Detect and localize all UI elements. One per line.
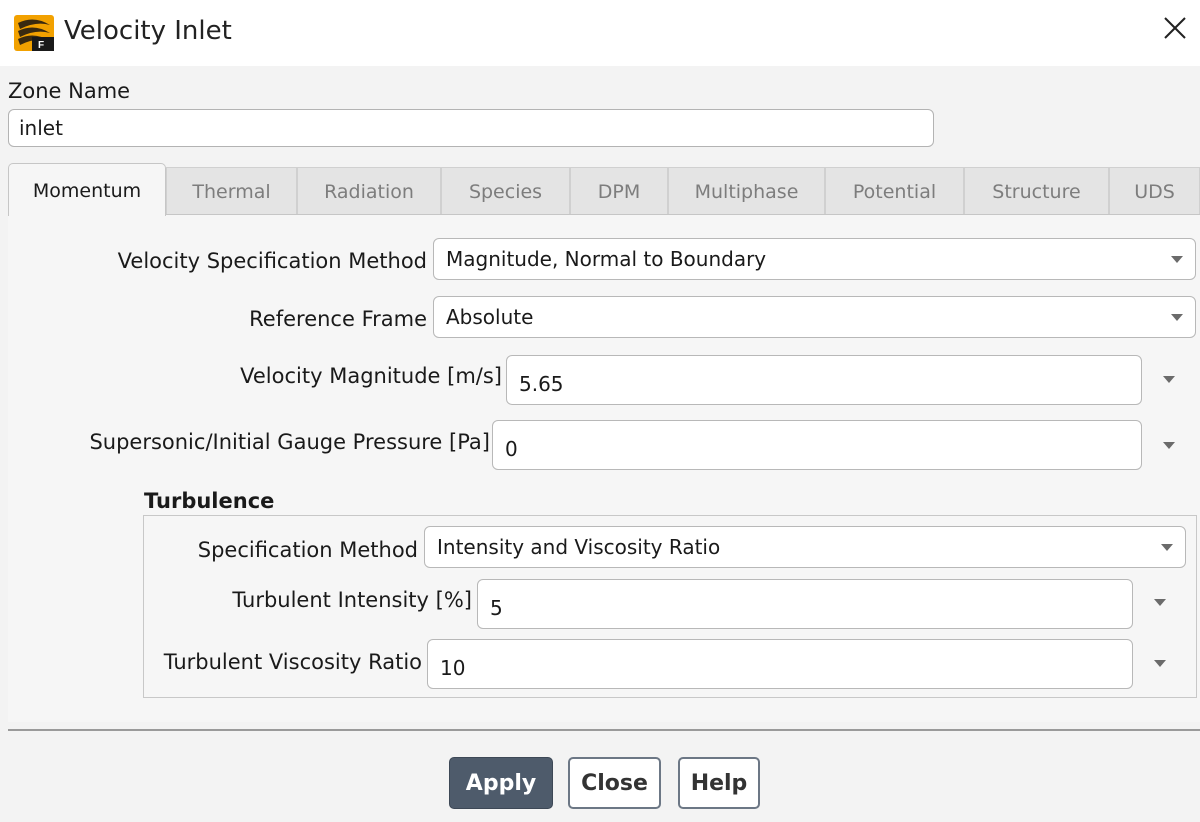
velocity-spec-method-label: Velocity Specification Method	[117, 249, 427, 273]
velocity-magnitude-value: 5.65	[519, 372, 564, 396]
tab-momentum[interactable]: Momentum	[8, 163, 166, 216]
turbulent-viscosity-ratio-value: 10	[440, 656, 466, 680]
reference-frame-value: Absolute	[446, 305, 534, 329]
velocity-magnitude-label: Velocity Magnitude [m/s]	[240, 364, 502, 388]
help-button[interactable]: Help	[678, 757, 760, 809]
fluent-app-icon: F	[14, 15, 54, 51]
gauge-pressure-input[interactable]: 0	[492, 420, 1142, 470]
tab-uds[interactable]: UDS	[1109, 167, 1200, 215]
button-divider	[8, 729, 1200, 731]
chevron-down-icon	[1161, 543, 1173, 551]
tab-multiphase[interactable]: Multiphase	[668, 167, 825, 215]
svg-text:F: F	[38, 40, 44, 51]
turbulent-intensity-options-chevron-icon[interactable]	[1154, 599, 1166, 606]
window-title: Velocity Inlet	[64, 16, 232, 46]
tab-strip: Momentum Thermal Radiation Species DPM M…	[8, 163, 1200, 216]
zone-name-label: Zone Name	[8, 79, 131, 103]
tab-structure[interactable]: Structure	[964, 167, 1109, 215]
gauge-pressure-options-chevron-icon[interactable]	[1163, 442, 1175, 449]
turbulence-spec-method-value: Intensity and Viscosity Ratio	[437, 535, 721, 559]
close-button[interactable]: Close	[568, 757, 661, 809]
velocity-spec-method-value: Magnitude, Normal to Boundary	[446, 247, 767, 271]
zone-name-input[interactable]: inlet	[8, 109, 934, 147]
turbulence-heading: Turbulence	[144, 489, 275, 513]
turbulent-intensity-input[interactable]: 5	[477, 579, 1133, 629]
velocity-magnitude-input[interactable]: 5.65	[506, 355, 1142, 405]
turbulence-spec-method-dropdown[interactable]: Intensity and Viscosity Ratio	[424, 526, 1186, 568]
chevron-down-icon	[1171, 313, 1183, 321]
tab-thermal[interactable]: Thermal	[166, 167, 297, 215]
turbulent-viscosity-ratio-input[interactable]: 10	[427, 639, 1133, 689]
gauge-pressure-value: 0	[505, 437, 518, 461]
velocity-spec-method-dropdown[interactable]: Magnitude, Normal to Boundary	[433, 238, 1196, 280]
apply-button[interactable]: Apply	[449, 757, 553, 809]
turbulent-viscosity-ratio-options-chevron-icon[interactable]	[1154, 660, 1166, 667]
tab-potential[interactable]: Potential	[825, 167, 964, 215]
turbulence-spec-method-label: Specification Method	[197, 538, 418, 562]
turbulent-viscosity-ratio-label: Turbulent Viscosity Ratio	[163, 650, 422, 674]
gauge-pressure-label: Supersonic/Initial Gauge Pressure [Pa]	[89, 430, 490, 454]
turbulent-intensity-label: Turbulent Intensity [%]	[232, 588, 472, 612]
reference-frame-dropdown[interactable]: Absolute	[433, 296, 1196, 338]
turbulent-intensity-value: 5	[490, 596, 503, 620]
velocity-magnitude-options-chevron-icon[interactable]	[1163, 376, 1175, 383]
tab-dpm[interactable]: DPM	[570, 167, 668, 215]
tab-species[interactable]: Species	[441, 167, 570, 215]
close-icon[interactable]	[1160, 13, 1190, 43]
chevron-down-icon	[1171, 255, 1183, 263]
tab-radiation[interactable]: Radiation	[297, 167, 441, 215]
reference-frame-label: Reference Frame	[249, 307, 427, 331]
